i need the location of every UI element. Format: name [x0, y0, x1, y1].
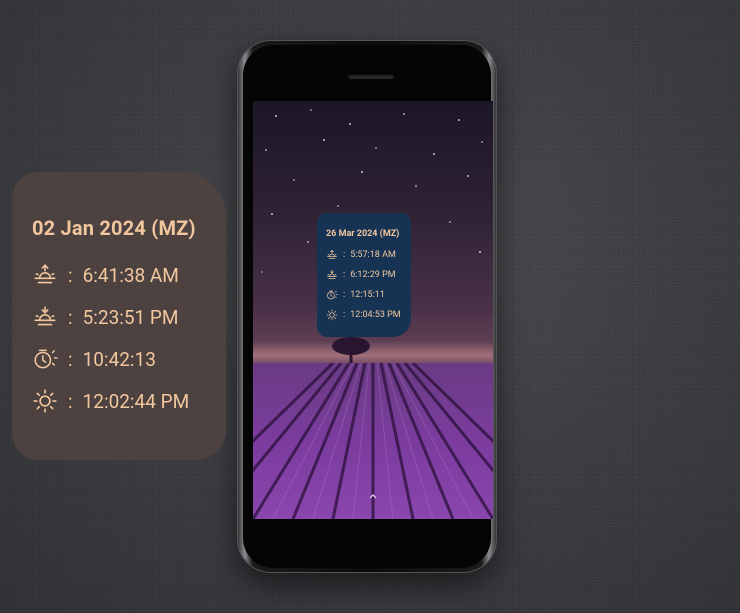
widget-date: 26 Mar 2024 (MZ)	[326, 229, 400, 239]
day-length-value: 12:15:11	[350, 290, 385, 300]
day-length-icon	[326, 289, 338, 301]
sunset-icon	[326, 269, 338, 281]
separator: :	[68, 305, 73, 329]
separator: :	[343, 270, 346, 280]
sunset-row: : 5:23:51 PM	[32, 296, 226, 338]
sunrise-time: 5:57:18 AM	[350, 250, 396, 260]
solar-noon-row: : 12:02:44 PM	[32, 380, 226, 422]
solar-noon-row: : 12:04:53 PM	[326, 305, 411, 325]
sunrise-icon	[326, 249, 338, 261]
sunrise-time: 6:41:38 AM	[82, 263, 179, 287]
separator: :	[343, 250, 346, 260]
separator: :	[68, 389, 73, 413]
separator: :	[343, 290, 346, 300]
day-length-icon	[32, 346, 58, 372]
solar-noon-icon	[32, 388, 58, 414]
sunset-row: : 6:12:29 PM	[326, 265, 411, 285]
day-length-row: : 12:15:11	[326, 285, 411, 305]
sunset-time: 6:12:29 PM	[350, 270, 396, 280]
sun-times-widget-large[interactable]: 02 Jan 2024 (MZ) : 6:41:38 AM : 5:23:51 …	[12, 172, 226, 460]
separator: :	[68, 263, 73, 287]
day-length-value: 10:42:13	[82, 347, 156, 371]
phone-speaker	[348, 74, 394, 79]
sunrise-icon	[32, 262, 58, 288]
solar-noon-time: 12:02:44 PM	[82, 389, 190, 413]
sunrise-row: : 5:57:18 AM	[326, 245, 411, 265]
wallpaper-tree	[331, 335, 371, 365]
day-length-row: : 10:42:13	[32, 338, 226, 380]
sun-times-widget-small[interactable]: 26 Mar 2024 (MZ) : 5:57:18 AM : 6:12:29 …	[317, 213, 411, 337]
separator: :	[68, 347, 73, 371]
solar-noon-icon	[326, 309, 338, 321]
solar-noon-time: 12:04:53 PM	[350, 310, 401, 320]
widget-date: 02 Jan 2024 (MZ)	[32, 216, 196, 240]
sunset-icon	[32, 304, 58, 330]
separator: :	[343, 310, 346, 320]
sunrise-row: : 6:41:38 AM	[32, 254, 226, 296]
chevron-up-icon[interactable]	[366, 491, 380, 501]
horizon-glow	[253, 341, 493, 365]
sunset-time: 5:23:51 PM	[82, 305, 179, 329]
